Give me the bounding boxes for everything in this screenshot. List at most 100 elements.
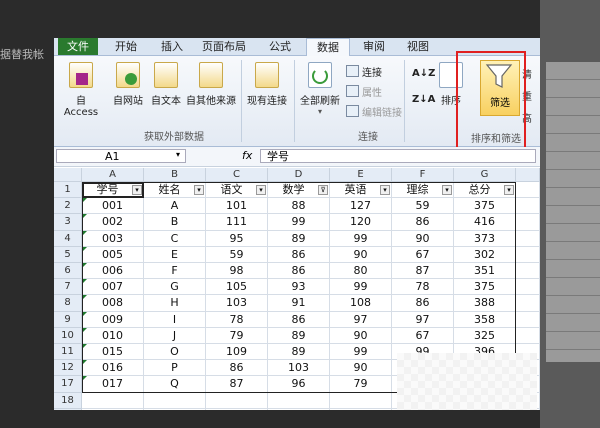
table-cell[interactable]: 67 [392,327,454,344]
table-cell[interactable]: 111 [206,214,268,231]
empty-cell[interactable] [206,408,268,410]
tab-review[interactable]: 审阅 [354,38,394,55]
from-text-button[interactable]: 自文本 [148,62,184,107]
row-header[interactable]: 11 [54,344,82,361]
table-cell[interactable]: 86 [268,263,330,280]
header-cell[interactable]: 英语 ▾ [330,182,392,199]
table-cell[interactable]: 007 [82,279,144,296]
from-access-button[interactable]: 自 Access [58,62,104,118]
empty-cell[interactable] [516,182,540,199]
table-cell[interactable]: 59 [392,198,454,215]
existing-connections-button[interactable]: 现有连接 [244,62,290,107]
empty-cell[interactable] [516,246,540,263]
from-web-button[interactable]: 自网站 [108,62,148,107]
table-cell[interactable]: 90 [330,327,392,344]
table-cell[interactable]: A [144,198,206,215]
table-cell[interactable]: 78 [392,279,454,296]
connections-button[interactable]: 连接 [346,64,382,79]
table-cell[interactable]: P [144,360,206,377]
column-header-e[interactable]: E [330,168,392,182]
table-cell[interactable]: 89 [268,344,330,361]
tab-data[interactable]: 数据 [306,38,350,56]
table-cell[interactable]: 001 [82,198,144,215]
table-cell[interactable]: 86 [392,295,454,312]
table-cell[interactable]: B [144,214,206,231]
select-all-corner[interactable] [54,168,82,182]
column-header-b[interactable]: B [144,168,206,182]
table-cell[interactable]: 017 [82,376,144,393]
table-cell[interactable]: 016 [82,360,144,377]
empty-cell[interactable] [516,198,540,215]
table-cell[interactable]: 87 [392,263,454,280]
empty-cell[interactable] [144,392,206,409]
column-header-c[interactable]: C [206,168,268,182]
table-cell[interactable]: C [144,230,206,247]
table-cell[interactable]: 86 [268,246,330,263]
empty-cell[interactable] [516,263,540,280]
header-cell[interactable]: 总分 ▾ [454,182,516,199]
row-header[interactable]: 3 [54,214,82,231]
header-cell[interactable]: 姓名 ▾ [144,182,206,199]
table-cell[interactable]: 388 [454,295,516,312]
table-cell[interactable]: 375 [454,198,516,215]
row-header[interactable]: 2 [54,198,82,215]
table-cell[interactable]: 86 [206,360,268,377]
row-header[interactable]: 18 [54,392,82,409]
table-cell[interactable]: 373 [454,230,516,247]
empty-cell[interactable] [516,214,540,231]
table-cell[interactable]: 99 [268,214,330,231]
row-header[interactable]: 8 [54,295,82,312]
table-cell[interactable]: 101 [206,198,268,215]
table-cell[interactable]: 86 [392,214,454,231]
table-cell[interactable]: 59 [206,246,268,263]
table-cell[interactable]: 90 [392,230,454,247]
table-cell[interactable]: Q [144,376,206,393]
table-cell[interactable]: 96 [268,376,330,393]
table-cell[interactable]: 88 [268,198,330,215]
header-cell[interactable]: 语文 ▾ [206,182,268,199]
table-cell[interactable]: 416 [454,214,516,231]
row-header[interactable]: 4 [54,230,82,247]
tab-page-layout[interactable]: 页面布局 [194,38,254,55]
filter-active-icon[interactable]: ⊽ [318,185,328,195]
row-header[interactable]: 19 [54,408,82,410]
table-cell[interactable]: 009 [82,311,144,328]
filter-dropdown-icon[interactable]: ▾ [442,185,452,195]
table-cell[interactable]: 93 [268,279,330,296]
tab-view[interactable]: 视图 [398,38,438,55]
row-header[interactable]: 5 [54,246,82,263]
header-cell[interactable]: 学号 ▾ [82,182,144,199]
table-cell[interactable]: I [144,311,206,328]
empty-cell[interactable] [82,408,144,410]
table-cell[interactable]: 325 [454,327,516,344]
table-cell[interactable]: 79 [330,376,392,393]
refresh-all-button[interactable]: 全部刷新 ▾ [298,62,342,116]
table-cell[interactable]: 008 [82,295,144,312]
table-cell[interactable]: 003 [82,230,144,247]
table-cell[interactable]: 87 [206,376,268,393]
table-cell[interactable]: 108 [330,295,392,312]
tab-file[interactable]: 文件 [58,38,98,55]
table-cell[interactable]: 89 [268,327,330,344]
formula-input[interactable]: 学号 [260,149,536,163]
table-cell[interactable]: 105 [206,279,268,296]
tab-insert[interactable]: 插入 [152,38,192,55]
table-cell[interactable]: 99 [330,344,392,361]
empty-cell[interactable] [516,230,540,247]
table-cell[interactable]: 91 [268,295,330,312]
empty-cell[interactable] [268,408,330,410]
table-cell[interactable]: 006 [82,263,144,280]
edit-links-button[interactable]: 编辑链接 [346,104,402,119]
column-header-a[interactable]: A [82,168,144,182]
row-header[interactable]: 17 [54,376,82,393]
properties-button[interactable]: 属性 [346,84,382,99]
table-cell[interactable]: E [144,246,206,263]
tab-formulas[interactable]: 公式 [260,38,300,55]
table-cell[interactable]: 375 [454,279,516,296]
row-header[interactable]: 7 [54,279,82,296]
table-cell[interactable]: 79 [206,327,268,344]
table-cell[interactable]: 015 [82,344,144,361]
row-header[interactable]: 1 [54,182,82,199]
table-cell[interactable]: 302 [454,246,516,263]
column-header-d[interactable]: D [268,168,330,182]
